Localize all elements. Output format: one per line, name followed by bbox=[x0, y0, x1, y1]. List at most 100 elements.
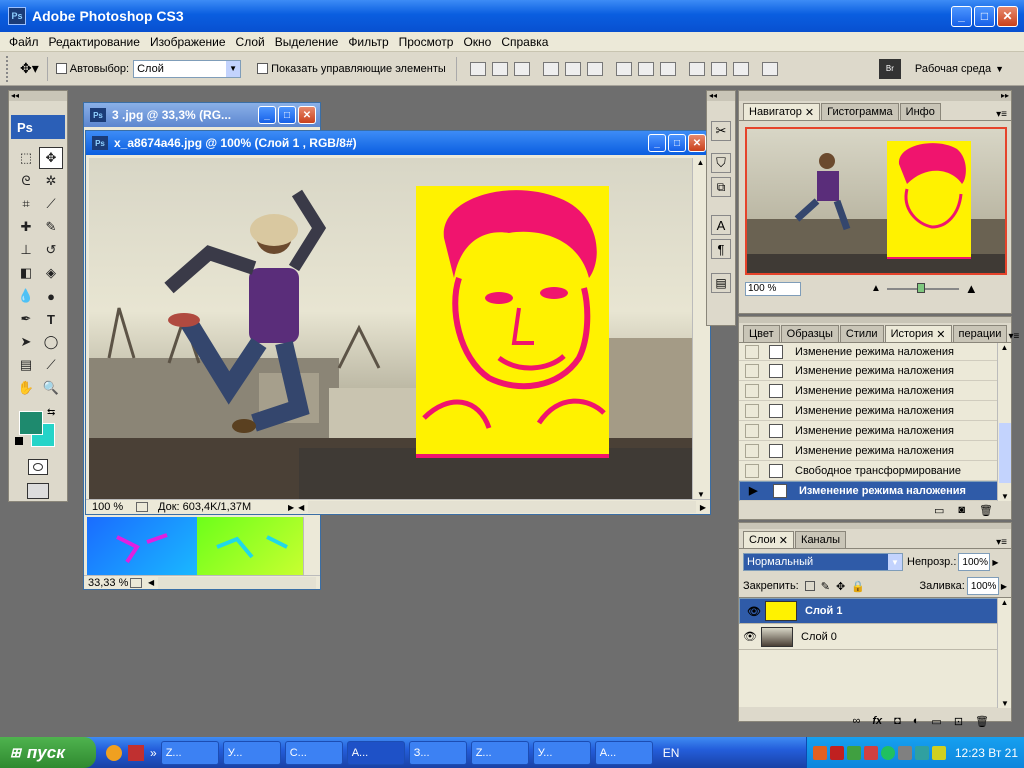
quicklaunch-expand-icon[interactable]: » bbox=[150, 746, 157, 760]
status-menu-icon[interactable] bbox=[130, 577, 142, 588]
notes-tool-icon[interactable]: ▤ bbox=[14, 354, 38, 376]
blend-mode-dropdown[interactable]: Нормальный ▼ bbox=[743, 553, 903, 571]
align-right-icon[interactable] bbox=[586, 61, 603, 76]
layer-comps-icon[interactable]: ▤ bbox=[711, 273, 731, 293]
type-tool-icon[interactable]: T bbox=[39, 308, 63, 330]
history-scrollbar[interactable]: ▲ ▼ bbox=[997, 343, 1011, 501]
scrollbar-thumb[interactable] bbox=[999, 423, 1011, 483]
layers-scrollbar[interactable]: ▲ ▼ bbox=[997, 598, 1011, 708]
image-canvas[interactable] bbox=[89, 158, 692, 499]
distribute-hcenter-icon[interactable] bbox=[710, 61, 727, 76]
tab-navigator[interactable]: Навигатор ✕ bbox=[743, 103, 821, 120]
align-vcenter-icon[interactable] bbox=[491, 61, 508, 76]
healing-brush-icon[interactable]: ✚ bbox=[14, 216, 38, 238]
taskbar-item[interactable]: У... bbox=[222, 740, 281, 765]
zoom-slider-thumb[interactable] bbox=[916, 282, 925, 293]
tray-icon[interactable] bbox=[829, 745, 844, 760]
taskbar-item[interactable]: У... bbox=[532, 740, 591, 765]
eyedropper-tool-icon[interactable]: ⟋ bbox=[39, 193, 63, 215]
lock-all-icon[interactable]: 🔒 bbox=[851, 580, 865, 593]
magic-wand-icon[interactable]: ✲ bbox=[39, 170, 63, 192]
document-title-bar[interactable]: Ps 3 .jpg @ 33,3% (RG... _ □ ✕ bbox=[84, 103, 320, 127]
eraser-tool-icon[interactable]: ◧ bbox=[14, 262, 38, 284]
brush-tool-icon[interactable]: ✎ bbox=[39, 216, 63, 238]
align-hcenter-icon[interactable] bbox=[564, 61, 581, 76]
taskbar-item[interactable]: З... bbox=[408, 740, 467, 765]
toolbox-grip[interactable]: ◂◂ bbox=[9, 91, 67, 101]
ellipse-tool-icon[interactable]: ◯ bbox=[39, 331, 63, 353]
menu-image[interactable]: Изображение bbox=[145, 35, 231, 49]
taskbar-item[interactable]: А... bbox=[594, 740, 653, 765]
path-selection-icon[interactable]: ➤ bbox=[14, 331, 38, 353]
tray-icon[interactable] bbox=[863, 745, 878, 760]
status-menu-icon[interactable] bbox=[136, 502, 148, 512]
new-snapshot-icon[interactable]: ◙ bbox=[958, 504, 965, 517]
taskbar-item[interactable]: Z... bbox=[470, 740, 529, 765]
clock[interactable]: 12:23 Вт 21 bbox=[955, 746, 1018, 760]
menu-help[interactable]: Справка bbox=[496, 35, 553, 49]
tab-styles[interactable]: Стили bbox=[839, 325, 884, 342]
dock-grip[interactable]: ◂◂ bbox=[707, 91, 735, 101]
align-left-icon[interactable] bbox=[542, 61, 559, 76]
panel-grip[interactable]: ▸▸ bbox=[739, 91, 1011, 101]
vertical-scrollbar[interactable] bbox=[303, 517, 319, 575]
tray-icon[interactable] bbox=[846, 745, 861, 760]
tray-icon[interactable] bbox=[931, 745, 946, 760]
show-controls-checkbox[interactable] bbox=[257, 63, 269, 74]
clone-source-icon[interactable]: ⧉ bbox=[711, 177, 731, 197]
history-item[interactable]: Изменение режима наложения bbox=[739, 441, 1011, 461]
panel-menu-icon[interactable]: ▾≡ bbox=[1008, 331, 1019, 342]
history-item[interactable]: Изменение режима наложения bbox=[739, 401, 1011, 421]
distribute-right-icon[interactable] bbox=[732, 61, 749, 76]
lock-position-icon[interactable]: ✥ bbox=[836, 580, 845, 593]
tray-icon[interactable] bbox=[812, 745, 827, 760]
zoom-out-icon[interactable]: ▲ bbox=[871, 283, 881, 294]
maximize-button[interactable]: □ bbox=[974, 5, 995, 27]
new-document-from-state-icon[interactable]: ▭ bbox=[934, 504, 944, 517]
menu-window[interactable]: Окно bbox=[458, 35, 496, 49]
quick-mask-icon[interactable] bbox=[28, 459, 48, 475]
horizontal-scrollbar[interactable] bbox=[308, 501, 696, 513]
tab-channels[interactable]: Каналы bbox=[795, 531, 847, 548]
menu-select[interactable]: Выделение bbox=[270, 35, 344, 49]
zoom-level[interactable]: 33,33 % bbox=[84, 577, 130, 589]
zoom-in-icon[interactable]: ▲ bbox=[965, 281, 978, 296]
clone-stamp-icon[interactable]: ⊥ bbox=[14, 239, 38, 261]
minimize-button[interactable]: _ bbox=[258, 106, 276, 124]
tab-layers[interactable]: Слои ✕ bbox=[743, 531, 795, 548]
eyedropper-icon[interactable]: ⟋ bbox=[39, 354, 63, 376]
move-tool-icon[interactable]: ✥▾ bbox=[20, 60, 39, 77]
navigator-zoom-input[interactable]: 100 % bbox=[745, 281, 801, 296]
close-button[interactable]: ✕ bbox=[997, 5, 1018, 27]
new-layer-icon[interactable]: ⊡ bbox=[954, 715, 963, 728]
horizontal-scrollbar[interactable] bbox=[158, 576, 316, 589]
distribute-vcenter-icon[interactable] bbox=[637, 61, 654, 76]
menu-file[interactable]: Файл bbox=[4, 35, 44, 49]
tray-icon[interactable] bbox=[914, 745, 929, 760]
character-icon[interactable]: A bbox=[711, 215, 731, 235]
pen-tool-icon[interactable]: ✒ bbox=[14, 308, 38, 330]
maximize-button[interactable]: □ bbox=[278, 106, 296, 124]
menu-view[interactable]: Просмотр bbox=[394, 35, 459, 49]
tab-history[interactable]: История ✕ bbox=[884, 325, 952, 342]
fill-slider-arrow-icon[interactable]: ▶ bbox=[1001, 582, 1007, 591]
navigator-preview[interactable] bbox=[745, 127, 1007, 275]
tray-icon[interactable] bbox=[880, 745, 895, 760]
minimize-button[interactable]: _ bbox=[648, 134, 666, 152]
panel-menu-icon[interactable]: ▾≡ bbox=[996, 537, 1007, 548]
language-indicator[interactable]: EN bbox=[663, 746, 680, 760]
distribute-bottom-icon[interactable] bbox=[659, 61, 676, 76]
hand-tool-icon[interactable]: ✋ bbox=[14, 377, 38, 399]
tab-histogram[interactable]: Гистограмма bbox=[821, 103, 899, 120]
brushes-icon[interactable]: ⛉ bbox=[711, 153, 731, 173]
history-item[interactable]: Изменение режима наложения bbox=[739, 343, 1011, 361]
paint-bucket-icon[interactable]: ◈ bbox=[39, 262, 63, 284]
paragraph-icon[interactable]: ¶ bbox=[711, 239, 731, 259]
scroll-left-icon[interactable]: ◀ bbox=[298, 503, 304, 512]
lock-pixels-icon[interactable]: ✎ bbox=[821, 580, 830, 593]
scroll-right-icon[interactable]: ▶ bbox=[700, 503, 706, 512]
delete-state-icon[interactable]: 🗑 bbox=[979, 504, 993, 517]
screen-mode-icon[interactable] bbox=[27, 483, 49, 499]
maximize-button[interactable]: □ bbox=[668, 134, 686, 152]
chevron-down-icon[interactable]: ▼ bbox=[995, 64, 1004, 74]
